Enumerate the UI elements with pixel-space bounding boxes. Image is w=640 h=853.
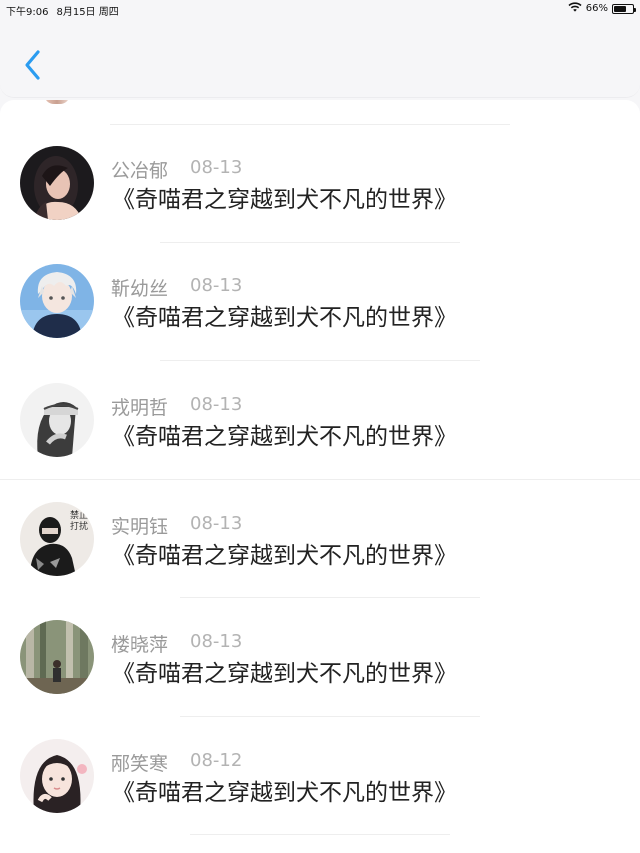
status-time: 下午9:06	[6, 7, 49, 18]
commenter-name: 靳幼丝	[111, 278, 169, 300]
back-button[interactable]	[18, 46, 48, 86]
status-time-date: 下午9:06 8月15日 周四	[6, 3, 127, 18]
comment-date: 08-13	[190, 513, 243, 534]
avatar[interactable]	[20, 383, 94, 457]
avatar[interactable]	[20, 620, 94, 694]
commenter-name: 实明钰	[111, 516, 169, 538]
commenter-name: 戎明哲	[111, 397, 169, 419]
comment-title[interactable]: 《奇喵君之穿越到犬不凡的世界》	[112, 773, 457, 807]
avatar[interactable]	[20, 146, 94, 220]
status-bar: 下午9:06 8月15日 周四 66%	[0, 0, 640, 18]
avatar[interactable]: 禁止 打扰	[20, 502, 94, 576]
comment-title[interactable]: 《奇喵君之穿越到犬不凡的世界》	[112, 654, 457, 688]
navigation-bar	[0, 18, 640, 98]
battery-percent: 66%	[585, 3, 608, 14]
comment-date: 08-13	[190, 275, 243, 296]
list-item[interactable]: 禁止 打扰 实明钰 08-13 《奇喵君之穿越到犬不凡的世界》	[0, 456, 640, 576]
svg-text:打扰: 打扰	[70, 520, 88, 532]
list-item[interactable]: 公冶郁 08-13 《奇喵君之穿越到犬不凡的世界》	[0, 100, 640, 220]
list-item[interactable]: 楼晓萍 08-13 《奇喵君之穿越到犬不凡的世界》	[0, 574, 640, 694]
comment-date: 08-13	[190, 157, 243, 178]
commenter-name: 邴笑寒	[111, 753, 169, 775]
comment-title[interactable]: 《奇喵君之穿越到犬不凡的世界》	[112, 536, 457, 570]
wifi-icon	[568, 2, 582, 15]
list-item[interactable]: 邴笑寒 08-12 《奇喵君之穿越到犬不凡的世界》	[0, 693, 640, 813]
comment-date: 08-13	[190, 631, 243, 652]
status-indicators: 66%	[568, 2, 636, 15]
list-item[interactable]: 戎明哲 08-13 《奇喵君之穿越到犬不凡的世界》	[0, 337, 640, 457]
comment-title[interactable]: 《奇喵君之穿越到犬不凡的世界》	[112, 417, 457, 451]
comment-list[interactable]: 公冶郁 08-13 《奇喵君之穿越到犬不凡的世界》 靳幼丝 08-13 《奇喵君…	[0, 100, 640, 853]
status-date: 8月15日 周四	[56, 7, 119, 18]
battery-icon	[612, 3, 636, 14]
battery-level	[614, 5, 626, 12]
list-divider	[190, 834, 450, 835]
comment-date: 08-12	[190, 750, 243, 771]
comment-title[interactable]: 《奇喵君之穿越到犬不凡的世界》	[112, 298, 457, 332]
avatar[interactable]	[20, 739, 94, 813]
comment-title[interactable]: 《奇喵君之穿越到犬不凡的世界》	[112, 180, 457, 214]
chevron-left-icon	[25, 50, 40, 80]
comment-date: 08-13	[190, 394, 243, 415]
commenter-name: 楼晓萍	[111, 634, 169, 656]
commenter-name: 公冶郁	[111, 160, 169, 182]
list-item[interactable]: 靳幼丝 08-13 《奇喵君之穿越到犬不凡的世界》	[0, 218, 640, 338]
avatar[interactable]	[20, 264, 94, 338]
svg-text:禁止: 禁止	[70, 509, 88, 521]
